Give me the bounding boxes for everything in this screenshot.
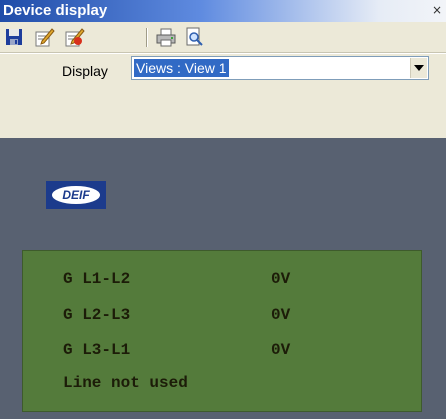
print-preview-button[interactable] [183,26,205,48]
edit-alt-button[interactable] [63,26,85,48]
device-display-window: Device display × Display Views: View 1 … [0,0,446,419]
lcd-line-label: Line not used [63,374,188,392]
window-title: Device display [3,2,108,19]
display-label: Display [62,63,108,79]
lcd-line-value: 0V [271,306,291,324]
deif-logo-text: DEIF [52,186,100,204]
title-bar[interactable]: Device display × [0,0,446,22]
close-button[interactable]: × [430,3,444,17]
deif-logo: DEIF [46,181,106,209]
dropdown-arrow-button[interactable] [410,58,427,78]
print-preview-icon [186,27,203,46]
print-icon [156,28,176,47]
lcd-line-label: G L2-L3 [63,306,131,324]
edit-icon [35,28,55,47]
lcd-line-value: 0V [271,341,291,359]
lcd-line-label: G L3-L1 [63,341,131,359]
edit-button[interactable] [33,26,55,48]
chevron-down-icon [414,65,424,71]
toolbar-separator [146,28,148,47]
print-button[interactable] [155,26,177,48]
display-select[interactable]: Views : View 1 [131,56,429,80]
edit-alt-icon [65,28,85,47]
save-icon [6,29,22,45]
lcd-screen: G L1-L2 0V G L2-L3 0V G L3-L1 0V Line no… [22,250,422,412]
display-select-value: Views : View 1 [134,59,229,77]
save-button[interactable] [3,26,25,48]
toolbar [0,22,446,53]
lcd-line-value: 0V [271,270,291,288]
lcd-line-label: G L1-L2 [63,270,131,288]
